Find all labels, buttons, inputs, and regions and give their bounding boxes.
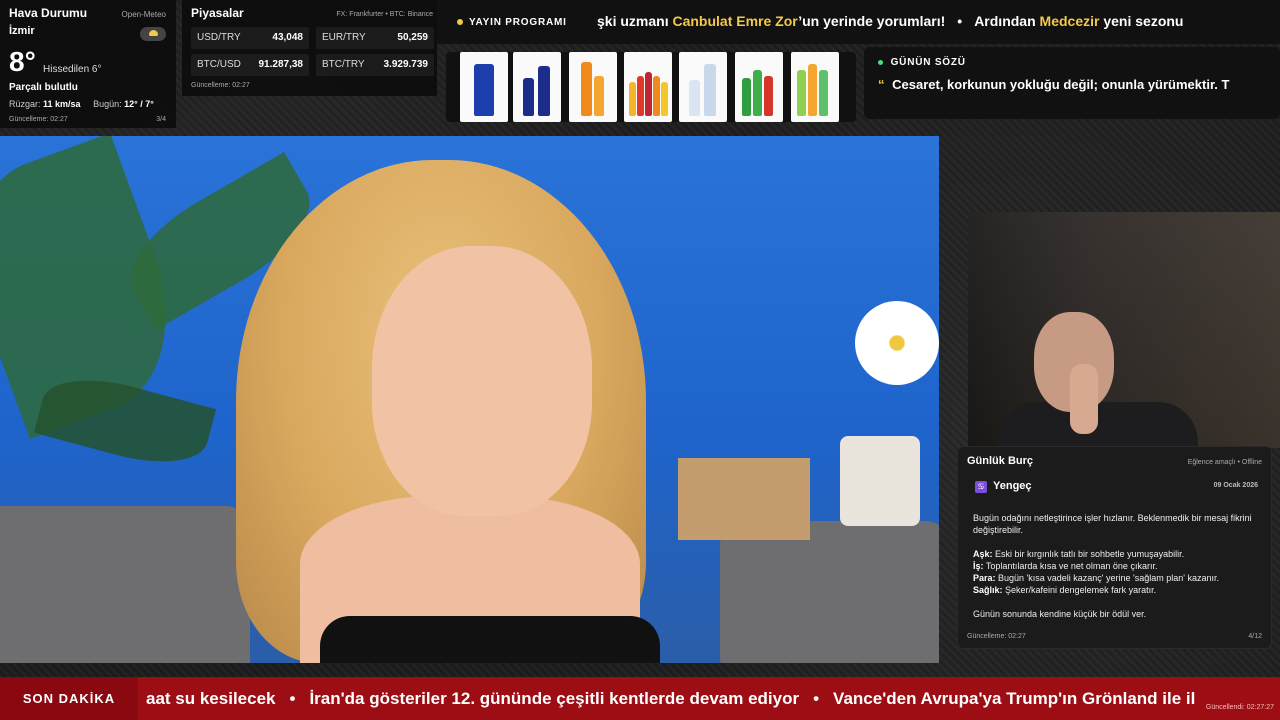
breaking-news-ticker: SON DAKİKA aat su kesilecek • İran'da göst… bbox=[0, 677, 1280, 720]
horoscope-money: Para: Bugün 'kısa vadeli kazanç' yerine … bbox=[973, 572, 1258, 584]
news-separator: • bbox=[813, 689, 820, 708]
breaking-news-text: aat su kesilecek • İran'da gösteriler 12. … bbox=[146, 689, 1195, 709]
news-item: Vance'den Avrupa'ya Trump'ın Grönland il… bbox=[833, 689, 1196, 708]
program-dot-icon bbox=[457, 19, 463, 25]
markets-widget: Piyasalar FX: Frankfurter • BTC: Binance… bbox=[182, 0, 437, 96]
breaking-news-label: SON DAKİKA bbox=[0, 677, 138, 720]
partly-cloudy-icon bbox=[140, 27, 166, 41]
weather-condition: Parçalı bulutlu bbox=[9, 82, 78, 93]
product-mixed-sodas bbox=[624, 52, 672, 122]
horoscope-closing: Günün sonunda kendine küçük bir ödül ver… bbox=[973, 609, 1147, 619]
cancer-sign-icon: ♋ bbox=[975, 481, 987, 493]
streamer-body bbox=[998, 402, 1198, 448]
product-water-bottles bbox=[679, 52, 727, 122]
health-label: Sağlık: bbox=[973, 585, 1003, 595]
horoscope-updated: Güncelleme: 02:27 bbox=[967, 633, 1026, 640]
weather-updated: Güncelleme: 02:27 bbox=[9, 116, 68, 123]
horoscope-sign-name: Yengeç bbox=[993, 480, 1032, 492]
side-box bbox=[678, 458, 810, 540]
market-cell-btc-usd: BTC/USD 91.287,38 bbox=[191, 54, 309, 76]
markets-source: FX: Frankfurter • BTC: Binance bbox=[336, 11, 433, 18]
love-label: Aşk: bbox=[973, 549, 993, 559]
program-label: YAYIN PROGRAMI bbox=[437, 0, 585, 44]
ticker-highlight: Canbulat Emre Zor bbox=[672, 13, 799, 29]
news-item: İran'da gösteriler 12. gününde çeşitli k… bbox=[309, 689, 800, 708]
quote-of-the-day: GÜNÜN SÖZÜ “ Cesaret, korkunun yokluğu d… bbox=[864, 47, 1280, 119]
vase bbox=[840, 436, 920, 526]
market-value: 3.929.739 bbox=[383, 59, 429, 70]
news-item: aat su kesilecek bbox=[146, 689, 276, 708]
quote-text-row: “ Cesaret, korkunun yokluğu değil; onunl… bbox=[878, 77, 1266, 92]
market-value: 43,048 bbox=[272, 32, 303, 43]
sofa-right bbox=[720, 521, 939, 663]
weather-widget: Hava Durumu Open-Meteo İzmir 8° Hissedil… bbox=[0, 0, 176, 128]
love-text: Eski bir kırgınlık tatlı bir sohbetle yu… bbox=[992, 549, 1185, 559]
sofa-left bbox=[0, 506, 250, 663]
product-ad-strip bbox=[446, 52, 856, 122]
horoscope-date: 09 Ocak 2026 bbox=[1213, 482, 1258, 489]
market-label: USD/TRY bbox=[197, 32, 241, 43]
health-text: Şeker/kafeini dengelemek fark yaratır. bbox=[1002, 585, 1157, 595]
market-label: BTC/TRY bbox=[322, 59, 365, 70]
flower bbox=[855, 301, 939, 385]
market-cell-btc-try: BTC/TRY 3.929.739 bbox=[316, 54, 434, 76]
ticker-highlight: Medcezir bbox=[1039, 13, 1100, 29]
quote-title: GÜNÜN SÖZÜ bbox=[890, 57, 966, 68]
news-separator: • bbox=[289, 689, 296, 708]
main-video-feed bbox=[0, 136, 939, 663]
horoscope-work: İş: Toplantılarda kısa ve net olman öne … bbox=[973, 560, 1258, 572]
market-value: 91.287,38 bbox=[258, 59, 304, 70]
market-value: 50,259 bbox=[397, 32, 428, 43]
quote-mark: “ bbox=[878, 77, 885, 92]
market-cell-eur-try: EUR/TRY 50,259 bbox=[316, 27, 434, 49]
quote-dot-icon bbox=[878, 59, 883, 65]
horoscope-meta: Eğlence amaçlı • Offline bbox=[1187, 459, 1262, 466]
horoscope-intro: Bugün odağını netleştirince işler hızlan… bbox=[973, 513, 1252, 535]
weather-page-indicator: 3/4 bbox=[156, 116, 166, 123]
horoscope-details: Aşk: Eski bir kırgınlık tatlı bir sohbet… bbox=[973, 548, 1258, 596]
horoscope-sign-row: ♋ Yengeç 09 Ocak 2026 bbox=[967, 478, 1262, 498]
wind-value: 11 km/sa bbox=[43, 99, 81, 109]
weather-source: Open-Meteo bbox=[121, 10, 166, 19]
product-fruit-sodas bbox=[791, 52, 839, 122]
weather-temperature: 8° bbox=[9, 46, 36, 77]
product-green-sodas bbox=[735, 52, 783, 122]
wind-label: Rüzgar: bbox=[9, 99, 41, 109]
work-label: İş: bbox=[973, 561, 984, 571]
host-dress bbox=[320, 616, 660, 663]
today-label: Bugün: bbox=[93, 99, 122, 109]
product-orange-soda bbox=[569, 52, 617, 122]
daily-horoscope-widget: Günlük Burç Eğlence amaçlı • Offline ♋ Y… bbox=[957, 446, 1272, 649]
product-blue-bottles bbox=[513, 52, 561, 122]
ticker-segment: şki uzmanı bbox=[597, 13, 673, 29]
product-deep-can bbox=[460, 52, 508, 122]
ticker-segment: Ardından bbox=[974, 13, 1040, 29]
ticker-segment: yeni sezonu bbox=[1099, 13, 1184, 29]
horoscope-body: Bugün odağını netleştirince işler hızlan… bbox=[973, 512, 1258, 632]
market-cell-usd-try: USD/TRY 43,048 bbox=[191, 27, 309, 49]
market-label: BTC/USD bbox=[197, 59, 241, 70]
host-face bbox=[372, 246, 592, 516]
program-label-text: YAYIN PROGRAMI bbox=[469, 16, 567, 28]
quote-text: Cesaret, korkunun yokluğu değil; onunla … bbox=[892, 77, 1230, 92]
horoscope-love: Aşk: Eski bir kırgınlık tatlı bir sohbet… bbox=[973, 548, 1258, 560]
program-ticker-text: şki uzmanı Canbulat Emre Zor’un yerinde … bbox=[597, 13, 1183, 29]
markets-updated: Güncelleme: 02:27 bbox=[191, 82, 250, 89]
streamer-hand bbox=[1070, 364, 1098, 434]
streamer-webcam bbox=[968, 212, 1280, 448]
weather-wind-row: Rüzgar: 11 km/sa Bugün: 12° / 7° bbox=[9, 99, 154, 109]
horoscope-health: Sağlık: Şeker/kafeini dengelemek fark ya… bbox=[973, 584, 1258, 596]
money-label: Para: bbox=[973, 573, 996, 583]
breaking-updated: Güncellendi: 02:27:27 bbox=[1205, 704, 1274, 711]
money-text: Bugün 'kısa vadeli kazanç' yerine 'sağla… bbox=[995, 573, 1220, 583]
ticker-separator: • bbox=[957, 13, 963, 29]
market-label: EUR/TRY bbox=[322, 32, 366, 43]
weather-feels-like: Hissedilen 6° bbox=[43, 64, 102, 75]
quote-header: GÜNÜN SÖZÜ bbox=[878, 57, 1266, 68]
horoscope-page-indicator: 4/12 bbox=[1248, 633, 1262, 640]
program-ticker: YAYIN PROGRAMI şki uzmanı Canbulat Emre … bbox=[437, 0, 1280, 44]
today-value: 12° / 7° bbox=[124, 99, 154, 109]
work-text: Toplantılarda kısa ve net olman öne çıka… bbox=[983, 561, 1158, 571]
ticker-segment: ’un yerinde yorumları! bbox=[798, 13, 946, 29]
